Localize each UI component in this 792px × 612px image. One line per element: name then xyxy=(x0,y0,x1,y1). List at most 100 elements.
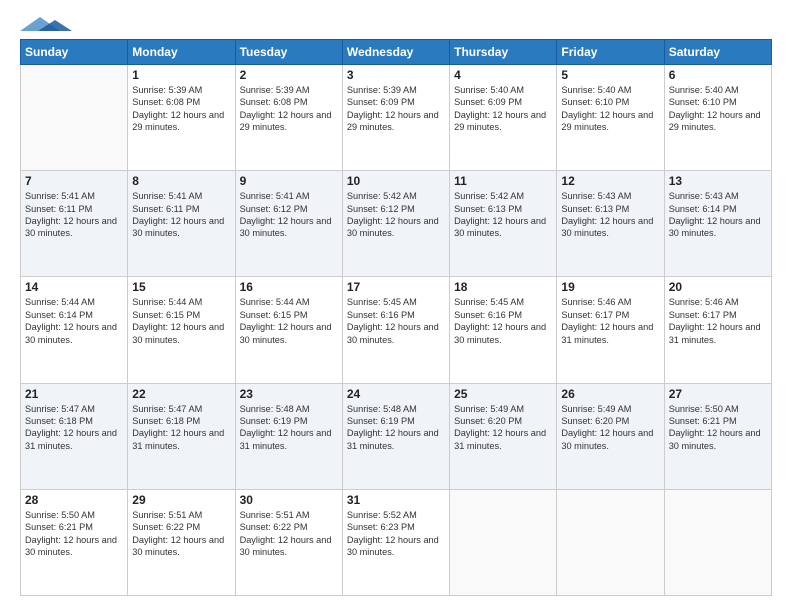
cell-info: Sunrise: 5:52 AMSunset: 6:23 PMDaylight:… xyxy=(347,509,445,559)
calendar-cell: 4 Sunrise: 5:40 AMSunset: 6:09 PMDaylight… xyxy=(450,65,557,171)
day-number: 31 xyxy=(347,493,445,507)
calendar-cell: 30 Sunrise: 5:51 AMSunset: 6:22 PMDayligh… xyxy=(235,489,342,595)
day-number: 30 xyxy=(240,493,338,507)
day-number: 5 xyxy=(561,68,659,82)
calendar-cell: 20 Sunrise: 5:46 AMSunset: 6:17 PMDayligh… xyxy=(664,277,771,383)
day-number: 3 xyxy=(347,68,445,82)
day-number: 9 xyxy=(240,174,338,188)
calendar-cell: 22Sunrise: 5:47 AMSunset: 6:18 PMDayligh… xyxy=(128,383,235,489)
calendar-cell: 23 Sunrise: 5:48 AMSunset: 6:19 PMDayligh… xyxy=(235,383,342,489)
calendar-cell: 28 Sunrise: 5:50 AMSunset: 6:21 PMDayligh… xyxy=(21,489,128,595)
calendar-week-row: 7 Sunrise: 5:41 AMSunset: 6:11 PMDaylight… xyxy=(21,171,772,277)
calendar-cell: 3Sunrise: 5:39 AMSunset: 6:09 PMDaylight… xyxy=(342,65,449,171)
cell-info: Sunrise: 5:39 AMSunset: 6:08 PMDaylight:… xyxy=(240,84,338,134)
calendar-cell: 12 Sunrise: 5:43 AMSunset: 6:13 PMDayligh… xyxy=(557,171,664,277)
day-number: 23 xyxy=(240,387,338,401)
day-number: 21 xyxy=(25,387,123,401)
day-header-monday: Monday xyxy=(128,40,235,65)
day-number: 6 xyxy=(669,68,767,82)
day-header-saturday: Saturday xyxy=(664,40,771,65)
calendar-cell xyxy=(21,65,128,171)
day-number: 18 xyxy=(454,280,552,294)
calendar-week-row: 1Sunrise: 5:39 AMSunset: 6:08 PMDaylight… xyxy=(21,65,772,171)
calendar-cell: 19 Sunrise: 5:46 AMSunset: 6:17 PMDayligh… xyxy=(557,277,664,383)
cell-info: Sunrise: 5:44 AMSunset: 6:15 PMDaylight:… xyxy=(240,296,338,346)
day-number: 16 xyxy=(240,280,338,294)
day-number: 17 xyxy=(347,280,445,294)
cell-info: Sunrise: 5:48 AMSunset: 6:19 PMDaylight:… xyxy=(240,403,338,453)
day-number: 12 xyxy=(561,174,659,188)
day-number: 28 xyxy=(25,493,123,507)
cell-info: Sunrise: 5:49 AMSunset: 6:20 PMDaylight:… xyxy=(454,403,552,453)
page: SundayMondayTuesdayWednesdayThursdayFrid… xyxy=(0,0,792,612)
day-number: 14 xyxy=(25,280,123,294)
cell-info: Sunrise: 5:41 AMSunset: 6:11 PMDaylight:… xyxy=(132,190,230,240)
cell-info: Sunrise: 5:42 AMSunset: 6:12 PMDaylight:… xyxy=(347,190,445,240)
cell-info: Sunrise: 5:47 AMSunset: 6:18 PMDaylight:… xyxy=(25,403,123,453)
calendar-cell: 13Sunrise: 5:43 AMSunset: 6:14 PMDayligh… xyxy=(664,171,771,277)
cell-info: Sunrise: 5:40 AMSunset: 6:09 PMDaylight:… xyxy=(454,84,552,134)
cell-info: Sunrise: 5:39 AMSunset: 6:08 PMDaylight:… xyxy=(132,84,230,134)
calendar-week-row: 28 Sunrise: 5:50 AMSunset: 6:21 PMDayligh… xyxy=(21,489,772,595)
calendar-cell: 21 Sunrise: 5:47 AMSunset: 6:18 PMDayligh… xyxy=(21,383,128,489)
calendar-cell: 25Sunrise: 5:49 AMSunset: 6:20 PMDayligh… xyxy=(450,383,557,489)
day-number: 10 xyxy=(347,174,445,188)
day-header-wednesday: Wednesday xyxy=(342,40,449,65)
day-number: 4 xyxy=(454,68,552,82)
calendar-cell: 31 Sunrise: 5:52 AMSunset: 6:23 PMDayligh… xyxy=(342,489,449,595)
day-number: 8 xyxy=(132,174,230,188)
calendar-cell: 1Sunrise: 5:39 AMSunset: 6:08 PMDaylight… xyxy=(128,65,235,171)
day-number: 27 xyxy=(669,387,767,401)
calendar-cell: 17 Sunrise: 5:45 AMSunset: 6:16 PMDayligh… xyxy=(342,277,449,383)
cell-info: Sunrise: 5:42 AMSunset: 6:13 PMDaylight:… xyxy=(454,190,552,240)
calendar-cell xyxy=(557,489,664,595)
calendar-cell: 14 Sunrise: 5:44 AMSunset: 6:14 PMDayligh… xyxy=(21,277,128,383)
cell-info: Sunrise: 5:45 AMSunset: 6:16 PMDaylight:… xyxy=(454,296,552,346)
calendar-cell: 11Sunrise: 5:42 AMSunset: 6:13 PMDayligh… xyxy=(450,171,557,277)
calendar-cell: 16 Sunrise: 5:44 AMSunset: 6:15 PMDayligh… xyxy=(235,277,342,383)
cell-info: Sunrise: 5:48 AMSunset: 6:19 PMDaylight:… xyxy=(347,403,445,453)
calendar-cell: 29Sunrise: 5:51 AMSunset: 6:22 PMDayligh… xyxy=(128,489,235,595)
day-number: 20 xyxy=(669,280,767,294)
calendar-cell: 24 Sunrise: 5:48 AMSunset: 6:19 PMDayligh… xyxy=(342,383,449,489)
day-number: 24 xyxy=(347,387,445,401)
day-header-thursday: Thursday xyxy=(450,40,557,65)
calendar-cell: 26Sunrise: 5:49 AMSunset: 6:20 PMDayligh… xyxy=(557,383,664,489)
logo xyxy=(20,16,80,31)
day-number: 22 xyxy=(132,387,230,401)
cell-info: Sunrise: 5:45 AMSunset: 6:16 PMDaylight:… xyxy=(347,296,445,346)
day-header-friday: Friday xyxy=(557,40,664,65)
calendar-cell: 2Sunrise: 5:39 AMSunset: 6:08 PMDaylight… xyxy=(235,65,342,171)
calendar-cell: 27 Sunrise: 5:50 AMSunset: 6:21 PMDayligh… xyxy=(664,383,771,489)
cell-info: Sunrise: 5:40 AMSunset: 6:10 PMDaylight:… xyxy=(561,84,659,134)
cell-info: Sunrise: 5:46 AMSunset: 6:17 PMDaylight:… xyxy=(669,296,767,346)
calendar-cell: 6Sunrise: 5:40 AMSunset: 6:10 PMDaylight… xyxy=(664,65,771,171)
cell-info: Sunrise: 5:44 AMSunset: 6:14 PMDaylight:… xyxy=(25,296,123,346)
cell-info: Sunrise: 5:51 AMSunset: 6:22 PMDaylight:… xyxy=(240,509,338,559)
day-number: 19 xyxy=(561,280,659,294)
day-number: 29 xyxy=(132,493,230,507)
cell-info: Sunrise: 5:50 AMSunset: 6:21 PMDaylight:… xyxy=(669,403,767,453)
calendar-cell: 5 Sunrise: 5:40 AMSunset: 6:10 PMDaylight… xyxy=(557,65,664,171)
logo-icon xyxy=(20,17,80,31)
cell-info: Sunrise: 5:44 AMSunset: 6:15 PMDaylight:… xyxy=(132,296,230,346)
cell-info: Sunrise: 5:43 AMSunset: 6:13 PMDaylight:… xyxy=(561,190,659,240)
day-header-sunday: Sunday xyxy=(21,40,128,65)
cell-info: Sunrise: 5:41 AMSunset: 6:12 PMDaylight:… xyxy=(240,190,338,240)
cell-info: Sunrise: 5:43 AMSunset: 6:14 PMDaylight:… xyxy=(669,190,767,240)
day-number: 15 xyxy=(132,280,230,294)
calendar-cell: 15 Sunrise: 5:44 AMSunset: 6:15 PMDayligh… xyxy=(128,277,235,383)
cell-info: Sunrise: 5:50 AMSunset: 6:21 PMDaylight:… xyxy=(25,509,123,559)
day-header-tuesday: Tuesday xyxy=(235,40,342,65)
day-number: 7 xyxy=(25,174,123,188)
calendar-header-row: SundayMondayTuesdayWednesdayThursdayFrid… xyxy=(21,40,772,65)
calendar-cell: 9 Sunrise: 5:41 AMSunset: 6:12 PMDaylight… xyxy=(235,171,342,277)
calendar-cell: 8 Sunrise: 5:41 AMSunset: 6:11 PMDaylight… xyxy=(128,171,235,277)
cell-info: Sunrise: 5:46 AMSunset: 6:17 PMDaylight:… xyxy=(561,296,659,346)
calendar-cell xyxy=(450,489,557,595)
cell-info: Sunrise: 5:49 AMSunset: 6:20 PMDaylight:… xyxy=(561,403,659,453)
calendar-cell: 7Sunrise: 5:41 AMSunset: 6:11 PMDaylight… xyxy=(21,171,128,277)
header xyxy=(20,16,772,31)
calendar-week-row: 21 Sunrise: 5:47 AMSunset: 6:18 PMDayligh… xyxy=(21,383,772,489)
calendar-week-row: 14 Sunrise: 5:44 AMSunset: 6:14 PMDayligh… xyxy=(21,277,772,383)
